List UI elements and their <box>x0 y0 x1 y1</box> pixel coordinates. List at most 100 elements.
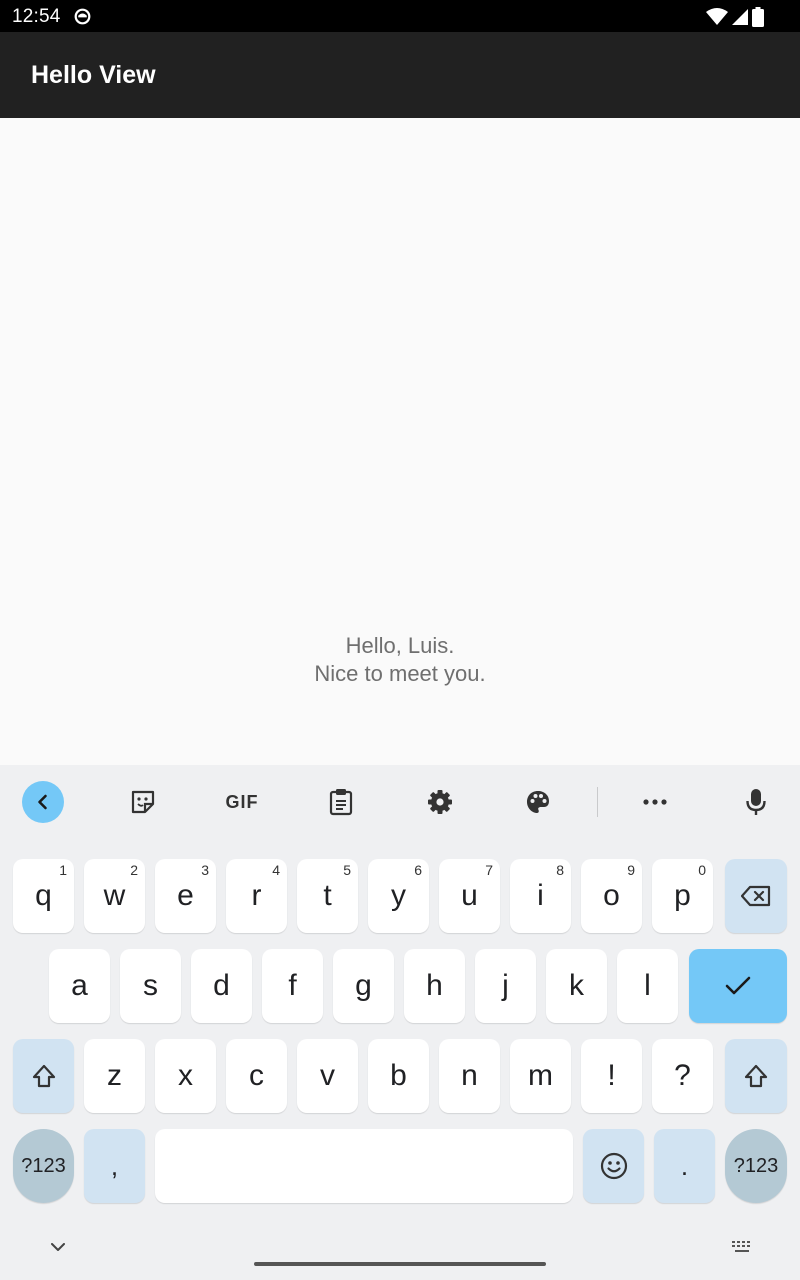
shift-key-left[interactable] <box>13 1039 74 1113</box>
key-hint: 6 <box>414 862 422 878</box>
keyboard-toolbar: GIF <box>0 765 800 840</box>
sticker-button[interactable] <box>122 781 164 823</box>
key-label: c <box>249 1059 264 1092</box>
keyboard-switcher-button[interactable] <box>728 1237 756 1257</box>
key-label: k <box>569 969 584 1002</box>
key-k[interactable]: k <box>546 949 607 1023</box>
greeting-line-1: Hello, Luis. <box>345 633 455 658</box>
key-i[interactable]: i8 <box>510 859 571 933</box>
settings-button[interactable] <box>419 781 461 823</box>
key-q[interactable]: q1 <box>13 859 74 933</box>
voice-input-button[interactable] <box>735 781 777 823</box>
key-v[interactable]: v <box>297 1039 358 1113</box>
key-hint: 2 <box>130 862 138 878</box>
hide-keyboard-button[interactable] <box>44 1237 72 1257</box>
key-label: ? <box>674 1059 691 1092</box>
key-label: r <box>251 879 262 912</box>
key-w[interactable]: w2 <box>84 859 145 933</box>
key-t[interactable]: t5 <box>297 859 358 933</box>
backspace-key[interactable] <box>725 859 787 933</box>
app-title: Hello View <box>31 61 156 89</box>
greeting-text: Hello, Luis. Nice to meet you. <box>0 632 800 688</box>
key-h[interactable]: h <box>404 949 465 1023</box>
home-gesture-handle[interactable] <box>254 1262 546 1266</box>
key-hint: 0 <box>698 862 706 878</box>
key-d[interactable]: d <box>191 949 252 1023</box>
key-label: o <box>603 879 620 912</box>
clipboard-icon <box>329 789 353 816</box>
enter-key[interactable] <box>689 949 787 1023</box>
chevron-down-icon <box>51 1242 65 1251</box>
notification-icon <box>74 8 91 25</box>
shift-key-right[interactable] <box>725 1039 787 1113</box>
emoji-icon <box>600 1152 627 1180</box>
key-label: v <box>320 1059 335 1092</box>
space-key[interactable] <box>155 1129 573 1203</box>
key-f[interactable]: f <box>262 949 323 1023</box>
shift-icon <box>32 1064 55 1088</box>
status-icons <box>706 7 764 27</box>
theme-button[interactable] <box>517 781 559 823</box>
key-c[interactable]: c <box>226 1039 287 1113</box>
key-label: ! <box>607 1059 616 1092</box>
key-hint: 4 <box>272 862 280 878</box>
key-j[interactable]: j <box>475 949 536 1023</box>
palette-icon <box>527 791 549 813</box>
key-s[interactable]: s <box>120 949 181 1023</box>
key-label: g <box>355 969 372 1002</box>
more-horizontal-icon <box>643 799 667 805</box>
wifi-icon <box>706 8 728 25</box>
signal-icon <box>732 9 748 25</box>
key-m[interactable]: m <box>510 1039 571 1113</box>
key-z[interactable]: z <box>84 1039 145 1113</box>
sticker-icon <box>131 790 155 814</box>
symbols-key-left[interactable]: ?123 <box>13 1129 74 1203</box>
key-label: t <box>323 879 332 912</box>
key-label: f <box>288 969 297 1002</box>
key-o[interactable]: o9 <box>581 859 642 933</box>
key-g[interactable]: g <box>333 949 394 1023</box>
key-question[interactable]: ? <box>652 1039 713 1113</box>
period-key[interactable]: . <box>654 1129 715 1203</box>
key-label: e <box>177 879 194 912</box>
key-a[interactable]: a <box>49 949 110 1023</box>
key-x[interactable]: x <box>155 1039 216 1113</box>
status-time: 12:54 <box>12 6 61 27</box>
symbols-label: ?123 <box>21 1154 66 1177</box>
key-exclamation[interactable]: ! <box>581 1039 642 1113</box>
key-e[interactable]: e3 <box>155 859 216 933</box>
key-label: s <box>143 969 158 1002</box>
greeting-line-2: Nice to meet you. <box>314 661 486 686</box>
battery-icon <box>752 7 764 27</box>
soft-keyboard: GIF ?123 , . ?123 q 1 w 2 e 3 r 4 t 5 y … <box>0 765 800 1280</box>
chevron-left-icon <box>38 794 47 810</box>
key-p[interactable]: p0 <box>652 859 713 933</box>
gear-icon <box>428 790 452 814</box>
emoji-key[interactable] <box>583 1129 644 1203</box>
key-u[interactable]: u7 <box>439 859 500 933</box>
clipboard-button[interactable] <box>320 781 362 823</box>
key-y[interactable]: y6 <box>368 859 429 933</box>
key-r[interactable]: r4 <box>226 859 287 933</box>
key-label: d <box>213 969 230 1002</box>
comma-label: , <box>110 1150 119 1181</box>
symbols-key-right[interactable]: ?123 <box>725 1129 787 1203</box>
key-l[interactable]: l <box>617 949 678 1023</box>
key-hint: 3 <box>201 862 209 878</box>
microphone-icon <box>746 789 766 815</box>
key-label: w <box>103 879 126 912</box>
key-b[interactable]: b <box>368 1039 429 1113</box>
collapse-toolbar-button[interactable] <box>22 781 64 823</box>
symbols-label: ?123 <box>733 1154 779 1177</box>
status-bar: 12:54 <box>0 0 800 32</box>
comma-key[interactable]: , <box>84 1129 145 1203</box>
key-n[interactable]: n <box>439 1039 500 1113</box>
more-options-button[interactable] <box>634 781 676 823</box>
key-hint: 8 <box>556 862 564 878</box>
checkmark-icon <box>725 976 751 995</box>
key-label: q <box>35 879 52 912</box>
key-label: n <box>461 1059 478 1092</box>
gif-button[interactable]: GIF <box>221 781 263 823</box>
gif-label: GIF <box>225 791 259 812</box>
key-label: j <box>502 969 509 1002</box>
